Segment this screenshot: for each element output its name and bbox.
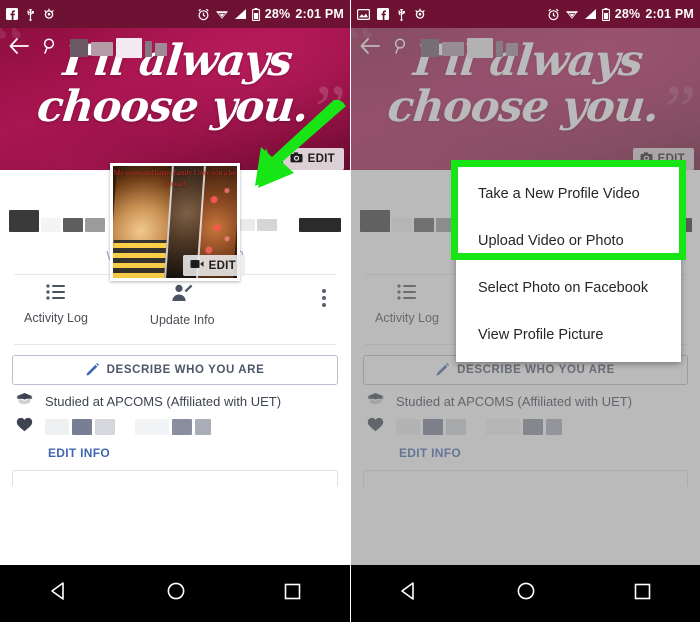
edit-video-label: EDIT	[208, 259, 236, 272]
recents-square-icon[interactable]	[283, 582, 302, 606]
alarm-icon	[547, 8, 560, 21]
home-circle-icon[interactable]	[166, 581, 186, 606]
recents-square-icon[interactable]	[633, 582, 652, 606]
profile-header-bar	[0, 30, 350, 66]
activity-log-button[interactable]: Activity Log	[24, 284, 88, 325]
battery-icon	[601, 7, 610, 21]
status-bar-left-icons	[6, 8, 55, 21]
battery-icon	[251, 7, 260, 21]
education-info-row: Studied at APCOMS (Affiliated with UET)	[0, 385, 350, 410]
photo-icon	[357, 8, 370, 20]
usb-icon	[396, 8, 407, 21]
left-phone-panel: 28% 2:01 PM “ ” I'll always choose you.	[0, 0, 350, 622]
clock-time: 2:01 PM	[295, 7, 344, 21]
home-circle-icon[interactable]	[516, 581, 536, 606]
divider-2	[14, 344, 336, 345]
menu-item-take-new-profile-video[interactable]: Take a New Profile Video	[456, 170, 681, 217]
edit-info-link[interactable]: EDIT INFO	[0, 437, 350, 460]
battery-percent: 28%	[264, 7, 291, 21]
back-triangle-icon[interactable]	[399, 581, 419, 606]
usb-icon	[25, 8, 36, 21]
facebook-icon	[377, 8, 389, 20]
quote-close-mark: ”	[314, 72, 346, 149]
signal-icon	[234, 8, 247, 20]
education-text: Studied at APCOMS (Affiliated with UET)	[45, 393, 282, 409]
person-edit-icon	[171, 284, 193, 307]
describe-button-label: DESCRIBE WHO YOU ARE	[106, 364, 265, 376]
graduation-cap-icon	[16, 392, 33, 410]
menu-item-view-profile-picture[interactable]: View Profile Picture	[456, 311, 681, 358]
activity-log-label: Activity Log	[24, 311, 88, 325]
battery-percent: 28%	[614, 7, 641, 21]
relationship-redacted	[45, 419, 211, 435]
status-bar-right-icons-2: 28% 2:01 PM	[547, 7, 694, 21]
profile-photo-wrapper[interactable]: My sweet and happy family I love you a l…	[110, 163, 245, 281]
camera-icon	[290, 152, 303, 166]
profile-photo-options-menu: Take a New Profile Video Upload Video or…	[456, 166, 681, 362]
wifi-icon	[215, 8, 229, 20]
more-vertical-icon[interactable]	[322, 289, 326, 307]
back-arrow-icon[interactable]	[8, 37, 30, 60]
relationship-info-row	[0, 410, 350, 437]
status-bar-right-icons: 28% 2:01 PM	[197, 7, 344, 21]
describe-who-you-are-button[interactable]: DESCRIBE WHO YOU ARE	[12, 355, 338, 385]
status-bar-right: 28% 2:01 PM	[351, 0, 700, 28]
clock-time: 2:01 PM	[645, 7, 694, 21]
menu-item-upload-video-or-photo[interactable]: Upload Video or Photo	[456, 217, 681, 264]
alarm-icon	[197, 8, 210, 21]
search-icon[interactable]	[42, 37, 58, 59]
signal-icon	[584, 8, 597, 20]
status-bar-left-icons-2	[357, 8, 426, 21]
android-nav-bar-left	[0, 565, 350, 622]
android-nav-bar-right	[351, 565, 700, 622]
pencil-icon	[86, 362, 100, 379]
edit-cover-photo-button[interactable]: EDIT	[282, 148, 344, 170]
edit-profile-video-button[interactable]: EDIT	[182, 255, 245, 276]
header-name-redacted	[70, 37, 167, 59]
android-debug-icon	[43, 8, 55, 21]
next-section-card	[12, 470, 338, 486]
back-triangle-icon[interactable]	[49, 581, 69, 606]
edit-cover-label: EDIT	[307, 153, 335, 165]
update-info-label: Update Info	[149, 313, 215, 327]
video-camera-icon	[190, 259, 204, 272]
screenshot-root: 28% 2:01 PM “ ” I'll always choose you.	[0, 0, 700, 622]
list-icon	[46, 284, 66, 305]
wifi-icon	[565, 8, 579, 20]
heart-icon	[16, 417, 33, 437]
status-bar-left: 28% 2:01 PM	[0, 0, 350, 28]
menu-item-select-photo-on-facebook[interactable]: Select Photo on Facebook	[456, 264, 681, 311]
android-debug-icon	[414, 8, 426, 21]
facebook-icon	[6, 8, 18, 20]
profile-action-row: Activity Log Update Info	[0, 275, 350, 333]
right-phone-panel: 28% 2:01 PM “ ” I'll always choose you.	[350, 0, 700, 622]
update-info-button[interactable]: Update Info	[150, 284, 215, 327]
